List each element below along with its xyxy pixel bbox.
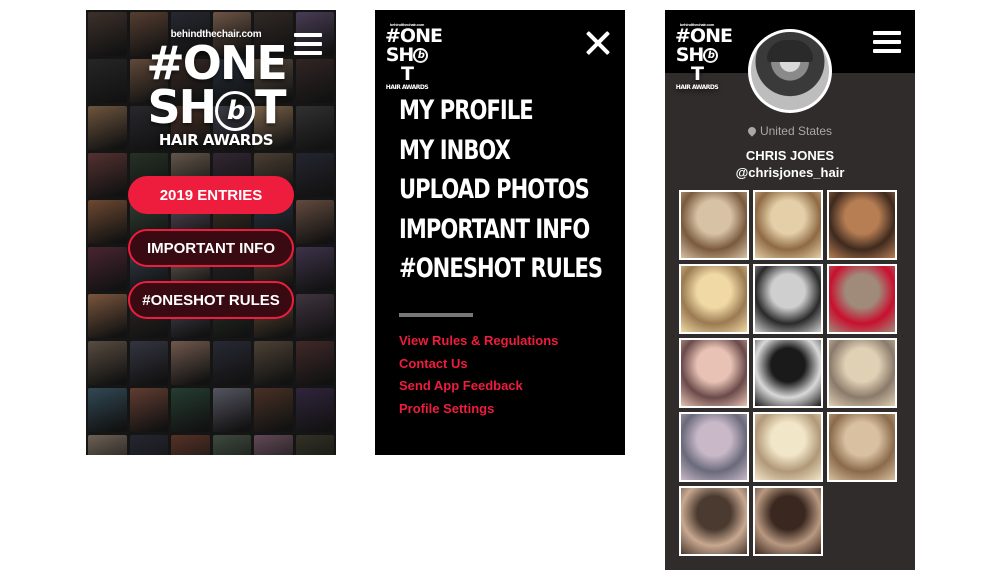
- location-pin-icon: [746, 125, 758, 137]
- logo-awards-text: HAIR AWARDS: [158, 130, 274, 149]
- location-row: United States: [665, 124, 915, 138]
- gallery-photo[interactable]: [679, 486, 749, 556]
- gallery-photo[interactable]: [827, 190, 897, 260]
- gallery-photo[interactable]: [827, 264, 897, 334]
- gallery-photo[interactable]: [679, 338, 749, 408]
- mosaic-photo-tile: [88, 341, 127, 385]
- logo-b-icon: b: [703, 48, 719, 63]
- menu-item-oneshot-rules[interactable]: #ONESHOT RULES: [399, 253, 603, 293]
- mosaic-photo-tile: [88, 59, 127, 103]
- mosaic-photo-tile: [254, 388, 293, 432]
- gallery-photo[interactable]: [753, 338, 823, 408]
- mosaic-photo-tile: [295, 59, 334, 103]
- mosaic-photo-tile: [88, 106, 127, 150]
- logo-awards-text: HAIR AWARDS: [675, 84, 719, 91]
- mosaic-photo-tile: [295, 294, 334, 338]
- logo-b-icon: b: [215, 90, 256, 131]
- mosaic-photo-tile: [295, 388, 334, 432]
- gallery-photo[interactable]: [753, 190, 823, 260]
- link-profile-settings[interactable]: Profile Settings: [399, 401, 558, 424]
- mosaic-photo-tile: [88, 153, 127, 197]
- important-info-button[interactable]: IMPORTANT INFO: [128, 229, 294, 267]
- menu-screen: behindthechair.com #ONE SH bT HAIR AWARDS…: [375, 10, 625, 455]
- gallery-photo[interactable]: [679, 190, 749, 260]
- location-text: United States: [759, 124, 833, 138]
- home-screen: behindthechair.com #ONE SH b T HAIR AWARDS…: [86, 10, 336, 455]
- mosaic-photo-tile: [295, 106, 334, 150]
- gallery-photo[interactable]: [827, 412, 897, 482]
- gallery-photo[interactable]: [827, 338, 897, 408]
- mosaic-photo-tile: [295, 247, 334, 291]
- menu-item-my-inbox[interactable]: MY INBOX: [399, 135, 602, 175]
- mosaic-photo-tile: [295, 153, 334, 197]
- link-contact-us[interactable]: Contact Us: [399, 356, 558, 379]
- menu-item-important-info[interactable]: IMPORTANT INFO: [399, 214, 602, 254]
- mosaic-photo-tile: [171, 388, 210, 432]
- mosaic-photo-tile: [129, 341, 168, 385]
- logo-t-text: T: [255, 80, 286, 134]
- entries-2019-button[interactable]: 2019 ENTRIES: [128, 176, 294, 214]
- gallery-photo[interactable]: [753, 412, 823, 482]
- menu-divider: [399, 313, 473, 317]
- gallery-photo[interactable]: [679, 412, 749, 482]
- oneshot-logo-small: behindthechair.com #ONE SH bT HAIR AWARDS: [675, 22, 733, 91]
- mosaic-photo-tile: [212, 341, 251, 385]
- logo-b-icon: b: [413, 48, 429, 63]
- avatar: [748, 29, 832, 113]
- mosaic-photo-tile: [295, 435, 334, 455]
- mosaic-photo-tile: [88, 247, 127, 291]
- oneshot-logo: behindthechair.com #ONE SH b T HAIR AWARDS: [141, 29, 291, 149]
- logo-t-text: T: [401, 63, 414, 85]
- link-view-rules[interactable]: View Rules & Regulations: [399, 333, 558, 356]
- logo-sh-text: SH: [147, 80, 217, 134]
- mosaic-photo-tile: [88, 200, 127, 244]
- mosaic-photo-tile: [129, 435, 168, 455]
- mosaic-photo-tile: [295, 200, 334, 244]
- entries-2019-label: 2019 ENTRIES: [159, 186, 263, 204]
- mosaic-photo-tile: [212, 435, 251, 455]
- gallery-photo[interactable]: [679, 264, 749, 334]
- mosaic-photo-tile: [171, 435, 210, 455]
- important-info-label: IMPORTANT INFO: [146, 239, 276, 257]
- mosaic-photo-tile: [254, 435, 293, 455]
- profile-name: CHRIS JONES: [745, 148, 835, 163]
- mosaic-photo-tile: [171, 341, 210, 385]
- hamburger-menu-icon[interactable]: [873, 31, 901, 53]
- link-send-feedback[interactable]: Send App Feedback: [399, 378, 558, 401]
- oneshot-rules-label: #ONESHOT RULES: [142, 291, 280, 309]
- profile-handle: @chrisjones_hair: [735, 165, 845, 180]
- mosaic-photo-tile: [88, 12, 127, 56]
- menu-item-upload-photos[interactable]: UPLOAD PHOTOS: [399, 174, 602, 214]
- oneshot-logo-small: behindthechair.com #ONE SH bT HAIR AWARDS: [385, 22, 443, 91]
- secondary-menu: View Rules & Regulations Contact Us Send…: [399, 333, 558, 424]
- main-menu: MY PROFILE MY INBOX UPLOAD PHOTOS IMPORT…: [399, 95, 625, 293]
- gallery-photo[interactable]: [753, 486, 823, 556]
- logo-t-text: T: [691, 63, 704, 85]
- mosaic-photo-tile: [254, 341, 293, 385]
- oneshot-rules-button[interactable]: #ONESHOT RULES: [128, 281, 294, 319]
- mosaic-photo-tile: [88, 388, 127, 432]
- photo-gallery: [679, 190, 897, 556]
- menu-item-my-profile[interactable]: MY PROFILE: [399, 95, 602, 135]
- mosaic-photo-tile: [88, 435, 127, 455]
- mosaic-photo-tile: [129, 388, 168, 432]
- mosaic-photo-tile: [212, 388, 251, 432]
- profile-screen: behindthechair.com #ONE SH bT HAIR AWARDS…: [665, 10, 915, 570]
- mosaic-photo-tile: [295, 341, 334, 385]
- logo-awards-text: HAIR AWARDS: [385, 84, 429, 91]
- hamburger-menu-icon[interactable]: [294, 33, 322, 55]
- mosaic-photo-tile: [88, 294, 127, 338]
- close-icon[interactable]: [585, 30, 611, 56]
- gallery-photo[interactable]: [753, 264, 823, 334]
